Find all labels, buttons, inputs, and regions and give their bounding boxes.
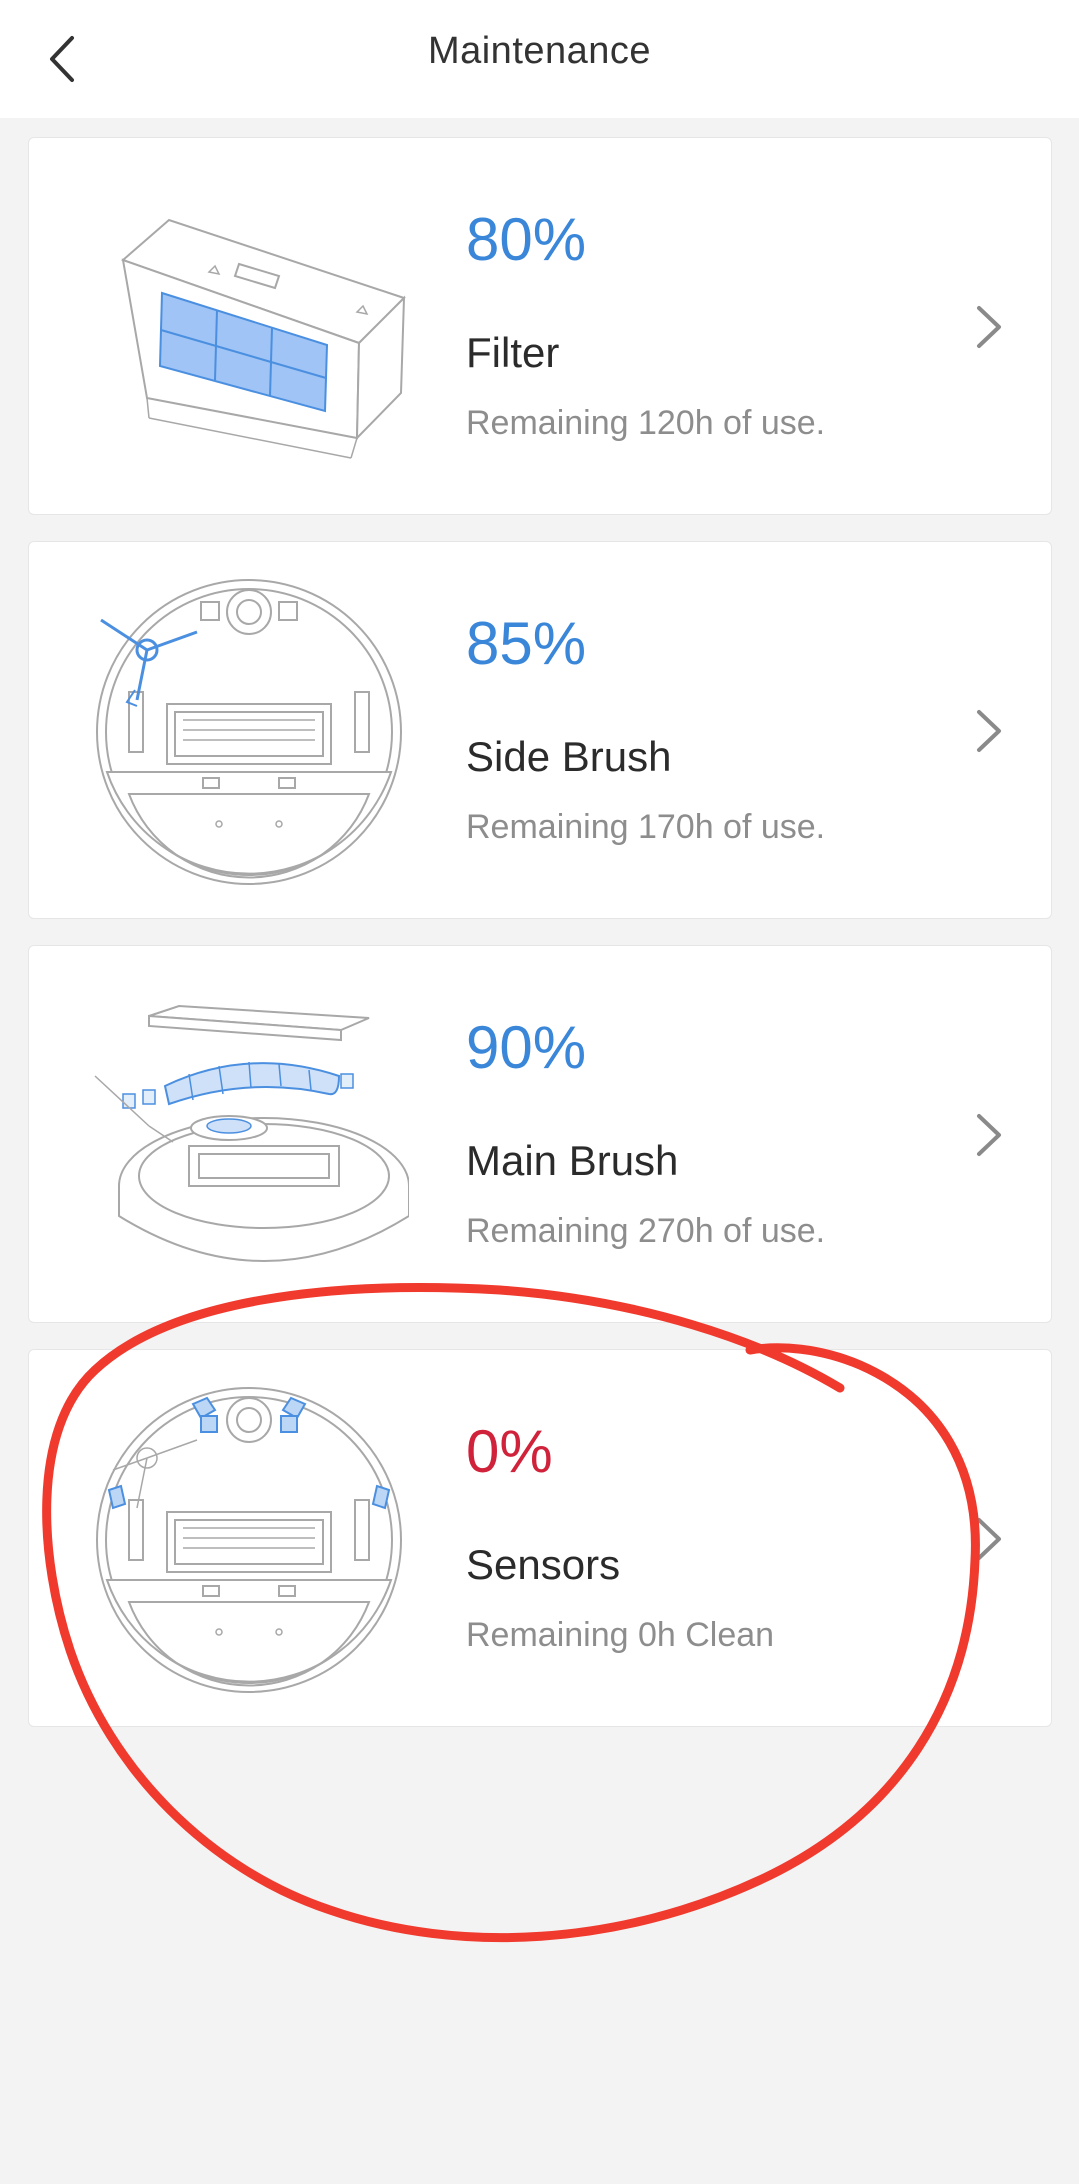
remaining-text: Remaining 120h of use.	[466, 404, 826, 442]
chevron-right-icon	[977, 1114, 1001, 1156]
page-title: Maintenance	[427, 30, 652, 72]
main-brush-illustration	[94, 1004, 409, 1262]
chevron-right-icon	[977, 710, 1001, 752]
robot-sensors-illustration	[96, 1387, 402, 1693]
maintenance-item-filter[interactable]: 80% Filter Remaining 120h of use.	[28, 137, 1052, 515]
maintenance-item-sensors[interactable]: 0% Sensors Remaining 0h Clean	[28, 1349, 1052, 1727]
item-name: Main Brush	[466, 1137, 679, 1184]
item-name: Sensors	[466, 1541, 621, 1588]
chevron-right-icon	[977, 1518, 1001, 1560]
maintenance-screen: Maintenance 80% Filter Remaining 120h of…	[0, 0, 1079, 2184]
percent-value: 80%	[466, 206, 587, 273]
filter-illustration	[121, 218, 406, 459]
percent-value: 85%	[466, 610, 587, 677]
maintenance-item-main-brush[interactable]: 90% Main Brush Remaining 270h of use.	[28, 945, 1052, 1323]
robot-bottom-illustration	[96, 579, 402, 885]
item-name: Filter	[466, 329, 560, 376]
percent-value: 0%	[466, 1418, 553, 1485]
percent-value: 90%	[466, 1014, 587, 1081]
remaining-text: Remaining 170h of use.	[466, 808, 826, 846]
item-name: Side Brush	[466, 733, 672, 780]
maintenance-item-side-brush[interactable]: 85% Side Brush Remaining 170h of use.	[28, 541, 1052, 919]
chevron-right-icon	[977, 306, 1001, 348]
remaining-text: Remaining 0h Clean	[466, 1616, 775, 1654]
header-bar: Maintenance	[0, 0, 1079, 118]
remaining-text: Remaining 270h of use.	[466, 1212, 826, 1250]
